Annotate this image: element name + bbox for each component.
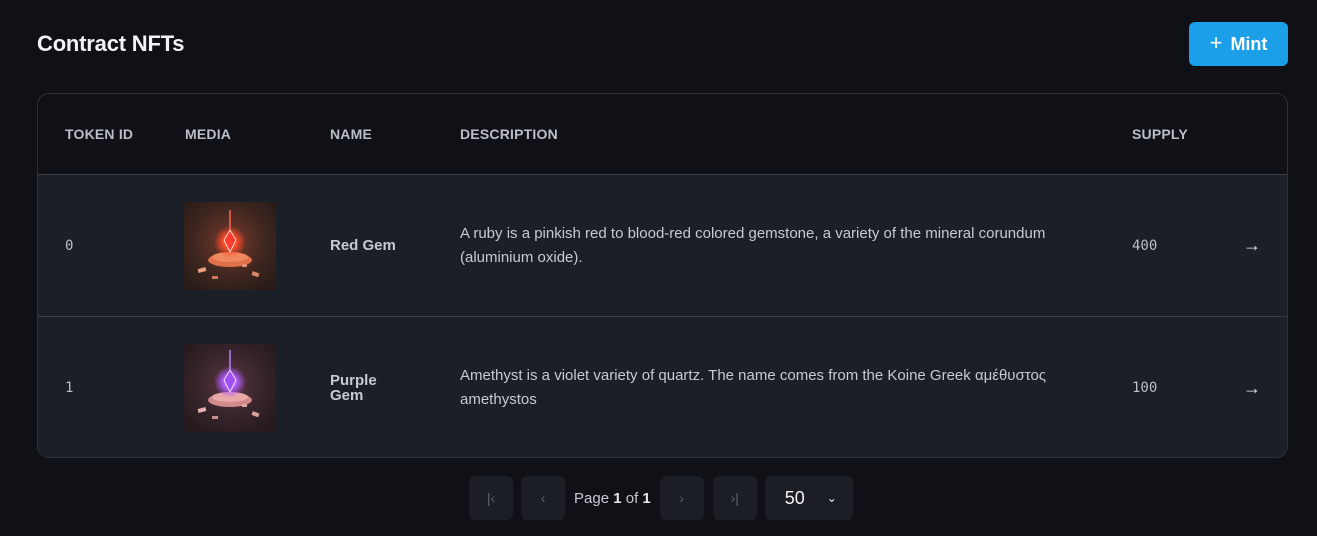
page-title: Contract NFTs [37, 31, 185, 56]
name-cell: Red Gem [330, 175, 410, 316]
current-page: 1 [613, 489, 622, 507]
media-cell [184, 175, 276, 316]
chevrons-last-icon: ›| [730, 490, 739, 506]
contract-nfts-page: Contract NFTs + Mint TOKEN ID MEDIA NAME… [0, 0, 1317, 536]
column-header-supply: SUPPLY [1132, 126, 1188, 142]
pagination: |‹ ‹ Page 1 of 1 › ›| 50 ⌄ [469, 476, 853, 520]
name-cell: Purple Gem [330, 317, 410, 457]
mint-button[interactable]: + Mint [1189, 22, 1288, 66]
total-pages: 1 [642, 489, 651, 507]
arrow-right-icon[interactable]: → [1243, 235, 1261, 256]
row-action[interactable]: → [1243, 317, 1261, 457]
last-page-button[interactable]: ›| [712, 476, 757, 520]
previous-page-button[interactable]: ‹ [521, 476, 565, 520]
plus-icon: + [1209, 30, 1223, 55]
nft-name: Purple Gem [330, 372, 377, 404]
supply-cell: 100 [1132, 380, 1158, 396]
token-id-cell: 1 [65, 380, 74, 396]
nft-media-thumbnail [184, 344, 276, 432]
chevron-left-icon: ‹ [540, 490, 546, 506]
nft-name: Red Gem [330, 237, 396, 254]
row-action[interactable]: → [1243, 175, 1261, 316]
column-header-description: DESCRIPTION [460, 126, 558, 142]
column-header-media: MEDIA [185, 126, 232, 142]
nft-table: TOKEN ID MEDIA NAME DESCRIPTION SUPPLY 0 [37, 93, 1288, 458]
page-size-value: 50 [784, 487, 805, 508]
nft-description: Amethyst is a violet variety of quartz. … [460, 367, 1047, 408]
arrow-right-icon[interactable]: → [1243, 378, 1261, 399]
supply-cell: 400 [1132, 237, 1158, 254]
page-indicator: Page 1 of 1 [574, 490, 651, 507]
chevron-down-icon: ⌄ [826, 491, 837, 505]
mint-button-label: Mint [1230, 33, 1268, 54]
page-size-select[interactable]: 50 ⌄ [764, 476, 853, 520]
column-header-token-id: TOKEN ID [65, 126, 134, 142]
chevron-right-icon: › [679, 490, 685, 506]
nft-description: A ruby is a pinkish red to blood-red col… [460, 224, 1046, 266]
media-cell [184, 317, 276, 457]
token-id-cell: 0 [65, 237, 74, 254]
table-row[interactable]: 1 Purple Gem Amethyst is a violet variet… [38, 317, 1287, 457]
page-word: Page [574, 489, 610, 507]
column-header-name: NAME [330, 126, 373, 142]
page-header: Contract NFTs + Mint [37, 22, 1288, 66]
description-cell: A ruby is a pinkish red to blood-red col… [460, 175, 1060, 316]
first-page-button[interactable]: |‹ [469, 476, 513, 520]
chevrons-first-icon: |‹ [486, 490, 496, 506]
table-row[interactable]: 0 Red Gem A ruby is a pinkish red to blo… [38, 175, 1287, 317]
of-word: of [625, 489, 639, 507]
next-page-button[interactable]: › [659, 476, 704, 520]
nft-media-thumbnail [184, 201, 276, 290]
description-cell: Amethyst is a violet variety of quartz. … [460, 317, 1060, 457]
table-header: TOKEN ID MEDIA NAME DESCRIPTION SUPPLY [38, 94, 1287, 175]
